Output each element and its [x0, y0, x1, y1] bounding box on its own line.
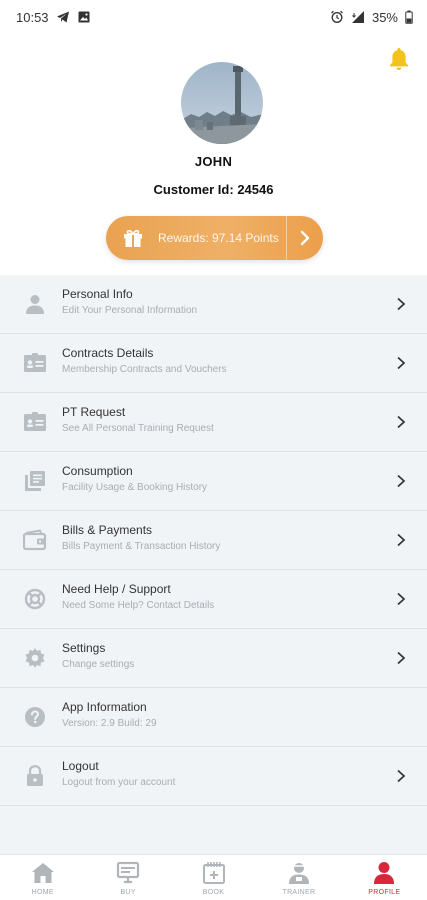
bottom-nav: HOME BUY BOOK TRAINER PROFILE: [0, 854, 427, 900]
menu-item-app-information[interactable]: App Information Version: 2.9 Build: 29: [0, 688, 427, 747]
avatar-photo: [181, 62, 263, 144]
menu-title: Contracts Details: [62, 346, 154, 360]
gear-icon: [23, 646, 47, 670]
menu-item-bills-payments[interactable]: Bills & Payments Bills Payment & Transac…: [0, 511, 427, 570]
nav-profile[interactable]: PROFILE: [342, 855, 427, 900]
signal-icon: [351, 11, 364, 23]
nav-book[interactable]: BOOK: [171, 855, 256, 900]
menu-item-consumption[interactable]: Consumption Facility Usage & Booking His…: [0, 452, 427, 511]
menu-item-logout[interactable]: Logout Logout from your account: [0, 747, 427, 806]
trainer-icon: [288, 863, 309, 884]
menu-title: Settings: [62, 641, 106, 655]
menu-subtitle: Version: 2.9 Build: 29: [62, 718, 157, 729]
nav-home[interactable]: HOME: [0, 855, 85, 900]
profile-menu: Personal Info Edit Your Personal Informa…: [0, 275, 427, 854]
monitor-icon: [117, 861, 140, 884]
id-card-icon: [23, 410, 47, 434]
nav-label: HOME: [31, 889, 54, 896]
rewards-button[interactable]: Rewards: 97.14 Points: [106, 216, 323, 260]
menu-subtitle: Edit Your Personal Information: [62, 305, 198, 316]
home-icon: [31, 863, 54, 883]
alarm-icon: [331, 10, 343, 23]
nav-label: BUY: [120, 889, 136, 896]
menu-subtitle: Logout from your account: [62, 777, 176, 788]
menu-subtitle: Bills Payment & Transaction History: [62, 541, 221, 552]
menu-subtitle: Need Some Help? Contact Details: [62, 600, 215, 611]
chevron-right-icon: [397, 415, 406, 429]
wallet-icon: [23, 528, 47, 552]
profile-icon: [374, 862, 395, 884]
menu-title: Personal Info: [62, 287, 133, 301]
nav-buy[interactable]: BUY: [85, 855, 170, 900]
avatar[interactable]: [181, 62, 263, 144]
rewards-label: Rewards: 97.14 Points: [158, 231, 279, 245]
chevron-right-icon: [397, 651, 406, 665]
chevron-right-icon: [397, 297, 406, 311]
customer-id-value: 24546: [237, 182, 274, 197]
battery-icon: [405, 10, 413, 24]
nav-label: PROFILE: [368, 889, 401, 896]
menu-subtitle: Change settings: [62, 659, 135, 670]
customer-id-label: Customer Id:: [153, 182, 234, 197]
menu-item-settings[interactable]: Settings Change settings: [0, 629, 427, 688]
person-icon: [23, 292, 47, 316]
menu-subtitle: Facility Usage & Booking History: [62, 482, 208, 493]
chevron-right-icon: [287, 230, 323, 246]
chevron-right-icon: [397, 474, 406, 488]
nav-trainer[interactable]: TRAINER: [256, 855, 341, 900]
telegram-icon: [56, 11, 69, 23]
library-icon: [23, 469, 47, 493]
chevron-right-icon: [397, 592, 406, 606]
status-bar: 10:53 35%: [0, 0, 427, 34]
gift-icon: [124, 229, 142, 247]
menu-title: Logout: [62, 759, 99, 773]
menu-title: App Information: [62, 700, 147, 714]
lifebuoy-icon: [23, 587, 47, 611]
menu-item-help-support[interactable]: Need Help / Support Need Some Help? Cont…: [0, 570, 427, 629]
menu-title: PT Request: [62, 405, 126, 419]
status-left: 10:53: [16, 10, 91, 25]
menu-subtitle: Membership Contracts and Vouchers: [62, 364, 227, 375]
calendar-icon: [202, 862, 225, 884]
menu-title: Bills & Payments: [62, 523, 153, 537]
chevron-right-icon: [397, 533, 406, 547]
help-circle-icon: [23, 705, 47, 729]
menu-subtitle: See All Personal Training Request: [62, 423, 214, 434]
menu-title: Consumption: [62, 464, 133, 478]
menu-title: Need Help / Support: [62, 582, 171, 596]
nav-label: TRAINER: [282, 889, 316, 896]
user-name: JOHN: [194, 154, 233, 169]
menu-item-pt-request[interactable]: PT Request See All Personal Training Req…: [0, 393, 427, 452]
battery-percent: 35%: [371, 9, 398, 25]
bell-icon[interactable]: [387, 46, 411, 72]
status-right: 35%: [330, 10, 413, 25]
nav-label: BOOK: [202, 889, 225, 896]
id-card-icon: [23, 351, 47, 375]
menu-item-personal-info[interactable]: Personal Info Edit Your Personal Informa…: [0, 275, 427, 334]
chevron-right-icon: [397, 769, 406, 783]
customer-id: Customer Id: 24546: [0, 182, 427, 197]
image-icon: [78, 11, 90, 23]
menu-item-contracts-details[interactable]: Contracts Details Membership Contracts a…: [0, 334, 427, 393]
chevron-right-icon: [397, 356, 406, 370]
lock-icon: [23, 764, 47, 788]
status-time: 10:53: [16, 9, 49, 25]
